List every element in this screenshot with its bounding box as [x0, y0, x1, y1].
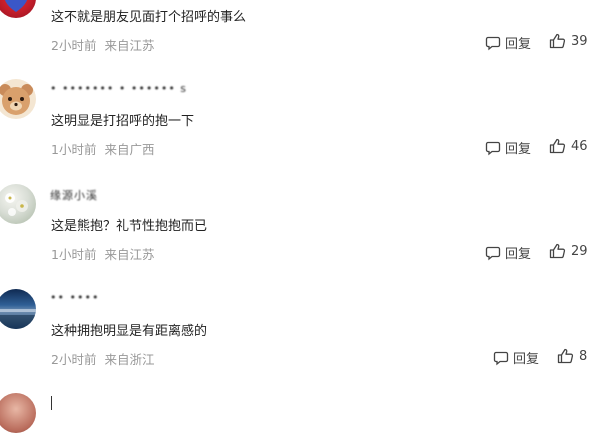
username-cursor — [51, 396, 52, 410]
comment-item — [0, 0, 614, 433]
thumbs-up-icon — [557, 348, 574, 364]
flower-avatar-icon — [5, 193, 28, 216]
comment-time: 1小时前 — [51, 247, 97, 262]
reply-label: 回复 — [513, 352, 540, 367]
avatar[interactable] — [0, 289, 36, 329]
comment-meta: 2小时前 来自浙江 — [51, 349, 154, 368]
like-count: 46 — [571, 138, 588, 154]
comment-text: 这明显是打招呼的抱一下 — [51, 114, 195, 129]
comment-text: 这是熊抱？礼节性抱抱而已 — [51, 219, 208, 234]
thumbs-up-icon — [549, 138, 566, 154]
reply-button[interactable]: 回复 — [493, 348, 539, 367]
reply-button[interactable]: 回复 — [485, 243, 531, 262]
like-button[interactable]: 8 — [557, 348, 587, 364]
reply-label: 回复 — [505, 142, 532, 157]
sea-avatar-icon — [0, 309, 36, 329]
comment-location: 来自浙江 — [104, 352, 155, 367]
like-button[interactable]: 29 — [549, 243, 588, 259]
comment-bubble-icon — [485, 141, 501, 155]
like-count: 8 — [579, 348, 588, 364]
comment-bubble-icon — [493, 351, 509, 365]
avatar[interactable] — [0, 184, 36, 224]
comment-location: 来自江苏 — [104, 247, 155, 262]
reply-label: 回复 — [505, 247, 532, 262]
like-count: 29 — [571, 243, 588, 259]
comment-username[interactable]: 缘源小溪 — [50, 187, 98, 203]
reply-button[interactable]: 回复 — [485, 138, 531, 157]
comment-bubble-icon — [485, 246, 501, 260]
comment-username[interactable]: •• •••• — [50, 291, 99, 304]
comment-time: 2小时前 — [51, 352, 97, 367]
like-button[interactable]: 46 — [549, 138, 588, 154]
thumbs-up-icon — [549, 243, 566, 259]
comment-location: 来自广西 — [104, 142, 155, 157]
avatar[interactable] — [0, 393, 36, 433]
comment-text: 这种拥抱明显是有距离感的 — [51, 324, 208, 339]
comment-meta: 1小时前 来自广西 — [51, 139, 154, 158]
comment-meta: 1小时前 来自江苏 — [51, 244, 154, 263]
comment-time: 1小时前 — [51, 142, 97, 157]
